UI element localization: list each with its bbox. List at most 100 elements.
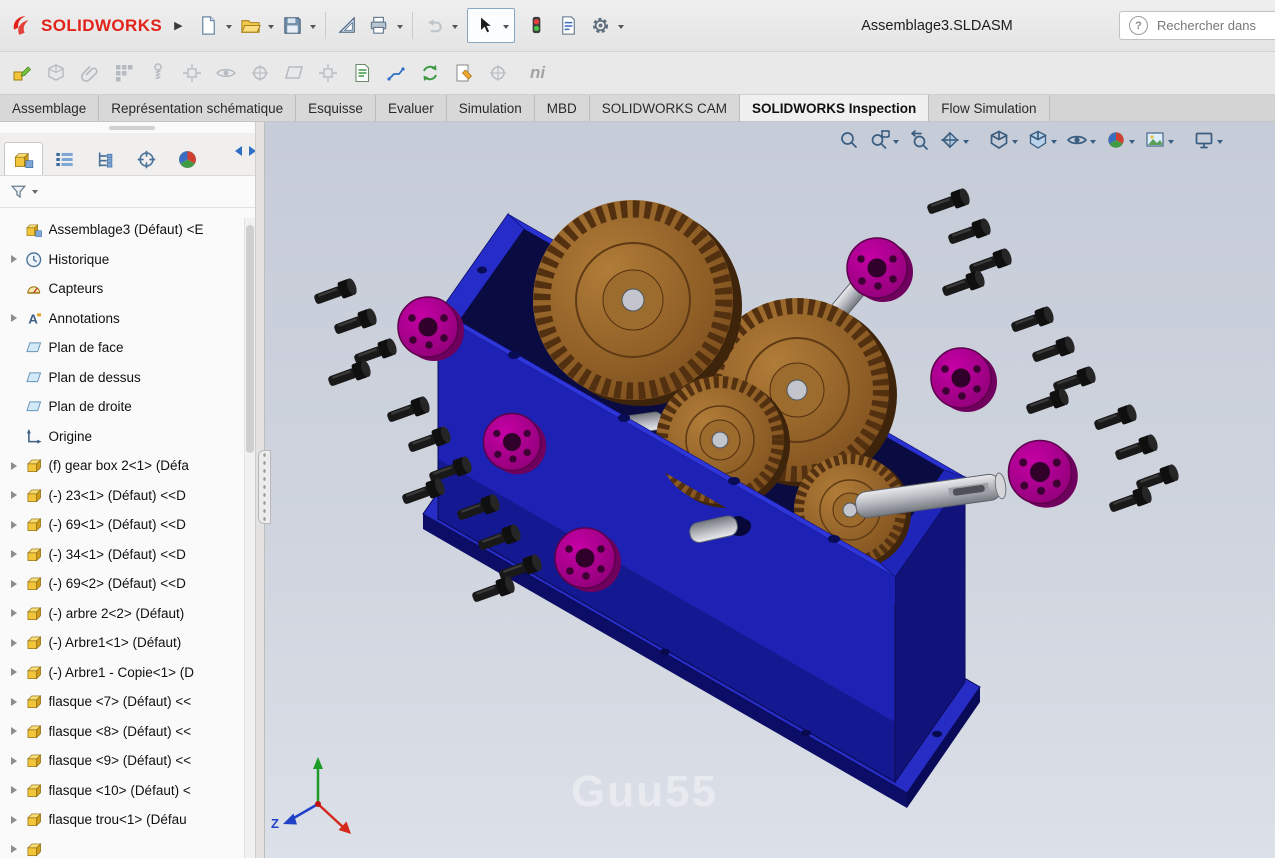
tree-item-plan-de-face[interactable]: Plan de face [0, 333, 246, 363]
graphics-viewport[interactable]: Z Guu55 [265, 122, 1275, 858]
expand-arrow-icon[interactable] [11, 668, 17, 677]
tab-mbd[interactable]: MBD [534, 95, 590, 121]
open-dropdown-caret[interactable] [267, 25, 274, 32]
expand-arrow-icon[interactable] [11, 786, 17, 795]
expand-arrow-icon[interactable] [11, 697, 17, 706]
linear-component-pattern-button[interactable] [108, 58, 139, 89]
orientation-triad[interactable]: Z [271, 757, 351, 834]
tree-item-34[interactable]: (-) 34<1> (Défaut) <<D [0, 540, 246, 570]
bolt-cluster-right-3[interactable] [1092, 403, 1181, 517]
view-orientation-button[interactable] [988, 129, 1018, 151]
flange-right-2[interactable] [930, 347, 998, 413]
menu-expand-arrow[interactable]: ▶ [174, 19, 182, 32]
move-component-button[interactable] [176, 58, 207, 89]
bolt-cluster-right-2[interactable] [1009, 305, 1098, 419]
insert-components-button[interactable] [40, 58, 71, 89]
select-tool-box[interactable] [466, 8, 515, 43]
tree-item-arbre2[interactable]: (-) arbre 2<2> (Défaut) [0, 599, 246, 629]
exploded-gearbox-scene[interactable]: Z [265, 122, 1275, 858]
smart-fasteners-button[interactable] [142, 58, 173, 89]
dimxpertmanager-tab[interactable] [127, 142, 166, 175]
tab-assemblage[interactable]: Assemblage [0, 95, 100, 121]
zoom-to-fit-button[interactable] [838, 129, 860, 151]
tree-item-flasque-trou[interactable]: flasque trou<1> (Défau [0, 805, 246, 835]
tab-flow-simulation[interactable]: Flow Simulation [929, 95, 1050, 121]
zoom-to-area-button[interactable] [869, 129, 899, 151]
filter-dropdown-caret[interactable] [32, 190, 38, 197]
view-settings-caret[interactable] [1217, 139, 1223, 147]
expand-arrow-icon[interactable] [11, 491, 17, 500]
tree-item-plan-de-dessus[interactable]: Plan de dessus [0, 363, 246, 393]
panel-splitter-handle[interactable] [258, 450, 271, 524]
view-orientation-caret[interactable] [1012, 139, 1018, 147]
tab-solidworks-cam[interactable]: SOLIDWORKS CAM [589, 95, 741, 121]
options-button[interactable] [585, 10, 617, 42]
tab-solidworks-inspection[interactable]: SOLIDWORKS Inspection [740, 95, 930, 121]
tree-item-69-2[interactable]: (-) 69<2> (Défaut) <<D [0, 569, 246, 599]
undo-dropdown-caret[interactable] [451, 25, 458, 32]
expand-arrow-icon[interactable] [11, 815, 17, 824]
panel-grip[interactable] [0, 122, 264, 133]
ni-tools-label[interactable]: ni [530, 63, 545, 83]
rebuild-button[interactable] [521, 10, 553, 42]
search-input[interactable] [1155, 17, 1275, 34]
displaymanager-tab[interactable] [168, 142, 207, 175]
reference-geometry-button[interactable] [278, 58, 309, 89]
save-button[interactable] [277, 10, 309, 42]
tree-scrollbar[interactable] [244, 218, 255, 858]
tab-evaluer[interactable]: Evaluer [375, 95, 447, 121]
undo-button[interactable] [419, 10, 451, 42]
clearance-verification-button[interactable] [448, 58, 479, 89]
print-button[interactable] [364, 10, 396, 42]
explode-line-sketch-button[interactable] [380, 58, 411, 89]
open-button[interactable] [235, 10, 267, 42]
expand-arrow-icon[interactable] [11, 520, 17, 529]
section-dropdown-caret[interactable] [963, 139, 969, 147]
tree-item-69-1[interactable]: (-) 69<1> (Défaut) <<D [0, 510, 246, 540]
help-icon[interactable]: ? [1129, 16, 1148, 35]
expand-arrow-icon[interactable] [11, 845, 17, 854]
bolt-cluster-right-1[interactable] [925, 187, 1014, 301]
tree-item-23[interactable]: (-) 23<1> (Défaut) <<D [0, 481, 246, 511]
tree-item-flasque-8[interactable]: flasque <8> (Défaut) << [0, 717, 246, 747]
show-hidden-components-button[interactable] [210, 58, 241, 89]
expand-arrow-icon[interactable] [11, 609, 17, 618]
expand-arrow-icon[interactable] [11, 550, 17, 559]
tree-item-flasque-10[interactable]: flasque <10> (Défaut) < [0, 776, 246, 806]
tree-item-origine[interactable]: Origine [0, 422, 246, 452]
expand-arrow-icon[interactable] [11, 727, 17, 736]
tree-item-arbre1[interactable]: (-) Arbre1<1> (Défaut) [0, 628, 246, 658]
apply-scene-button[interactable] [1144, 129, 1174, 151]
exploded-view-button[interactable] [312, 58, 343, 89]
tab-simulation[interactable]: Simulation [446, 95, 535, 121]
tree-item-partial[interactable] [0, 835, 246, 858]
previous-view-button[interactable] [908, 129, 930, 151]
expand-arrow-icon[interactable] [11, 461, 17, 470]
tree-item-gear-box[interactable]: (f) gear box 2<1> (Défa [0, 451, 246, 481]
expand-arrow-icon[interactable] [11, 255, 17, 264]
make-drawing-button[interactable] [332, 10, 364, 42]
tree-item-flasque-9[interactable]: flasque <9> (Défaut) << [0, 746, 246, 776]
edit-appearance-caret[interactable] [1129, 139, 1135, 147]
select-dropdown-caret[interactable] [502, 25, 509, 32]
configurationmanager-tab[interactable] [86, 142, 125, 175]
tab-representation-schematique[interactable]: Représentation schématique [99, 95, 297, 121]
new-file-button[interactable] [193, 10, 225, 42]
flange-right-3[interactable] [1007, 439, 1079, 509]
assembly-features-button[interactable] [244, 58, 275, 89]
tree-item-annotations[interactable]: Annotations [0, 304, 246, 334]
save-dropdown-caret[interactable] [309, 25, 316, 32]
tree-item-flasque-7[interactable]: flasque <7> (Défaut) << [0, 687, 246, 717]
propertymanager-tab[interactable] [45, 142, 84, 175]
update-assembly-button[interactable] [414, 58, 445, 89]
edit-component-button[interactable] [6, 58, 37, 89]
hole-alignment-button[interactable] [482, 58, 513, 89]
options-dropdown-caret[interactable] [617, 25, 624, 32]
tree-item-arbre1-copie[interactable]: (-) Arbre1 - Copie<1> (D [0, 658, 246, 688]
mate-button[interactable] [74, 58, 105, 89]
filter-funnel-icon[interactable] [9, 182, 28, 201]
expand-arrow-icon[interactable] [11, 314, 17, 323]
print-dropdown-caret[interactable] [396, 25, 403, 32]
tab-esquisse[interactable]: Esquisse [296, 95, 376, 121]
file-properties-button[interactable] [553, 10, 585, 42]
